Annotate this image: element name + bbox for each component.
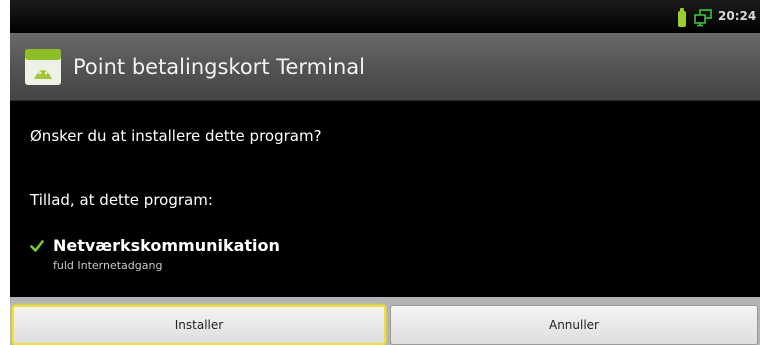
install-dialog-screen: 20:24 Point betalingskort Terminal Ønske… xyxy=(10,0,760,345)
check-icon xyxy=(30,240,44,252)
network-icon xyxy=(694,9,712,27)
cancel-button[interactable]: Annuller xyxy=(390,305,758,345)
permission-description: fuld Internetadgang xyxy=(53,259,163,272)
status-bar: 20:24 xyxy=(10,0,760,33)
permissions-heading: Tillad, at dette program: xyxy=(30,191,213,209)
permission-title: Netværkskommunikation xyxy=(53,236,280,255)
status-time: 20:24 xyxy=(718,9,757,23)
button-panel: Installer Annuller xyxy=(10,297,760,345)
install-question: Ønsker du at installere dette program? xyxy=(30,127,322,145)
battery-icon xyxy=(678,8,686,27)
android-app-icon xyxy=(25,49,61,85)
install-button[interactable]: Installer xyxy=(12,305,386,345)
dialog-title: Point betalingskort Terminal xyxy=(73,55,365,79)
dialog-title-bar: Point betalingskort Terminal xyxy=(10,33,760,101)
